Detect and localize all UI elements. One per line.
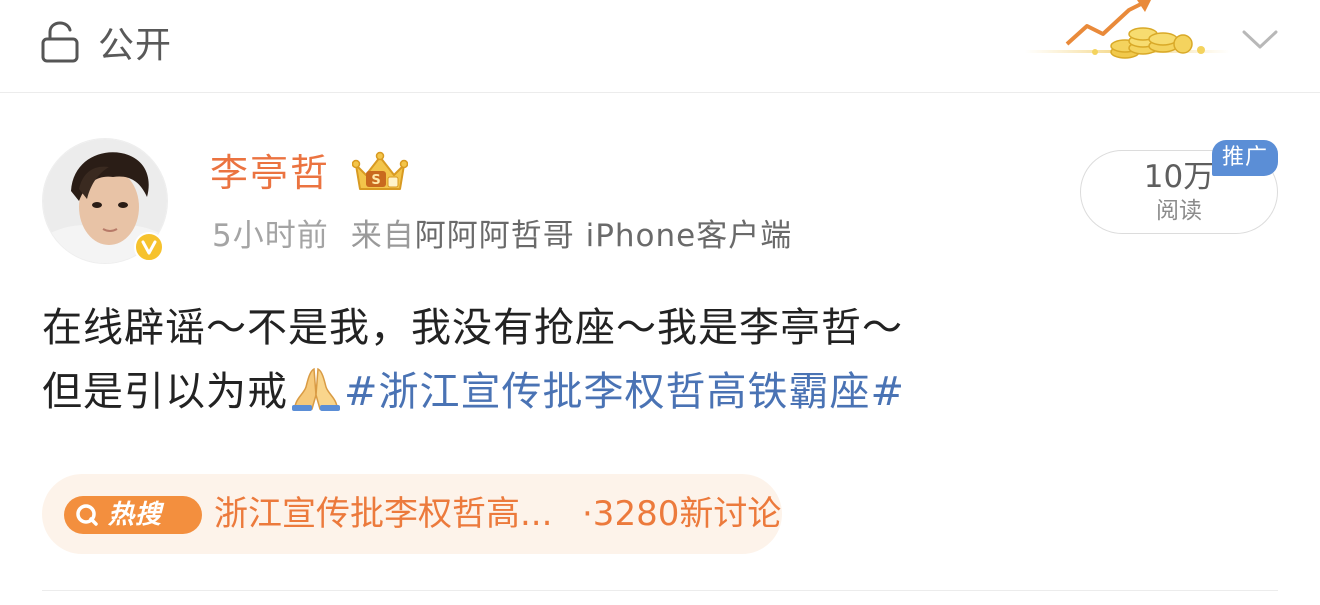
post-text: 但是引以为戒: [42, 369, 288, 415]
folded-hands-emoji: [292, 367, 340, 411]
post-text-line-1: 在线辟谣～不是我，我没有抢座～我是李亭哲～: [42, 305, 903, 351]
post-meta: 5小时前 来自阿阿阿哲哥 iPhone客户端: [212, 214, 792, 258]
post-text-line-2: 但是引以为戒 #浙江宣传批李权哲高铁霸座#: [42, 360, 1222, 424]
visibility-label: 公开: [98, 25, 173, 66]
author-avatar[interactable]: [42, 138, 170, 266]
post-content: 在线辟谣～不是我，我没有抢座～我是李亭哲～ 但是引以为戒 #浙江宣传批李权哲高铁…: [42, 296, 1222, 424]
promo-badge: 推广: [1212, 140, 1278, 176]
hot-discussion-count: ·3280新讨论: [582, 494, 782, 534]
svg-text:S: S: [371, 173, 380, 188]
post-source[interactable]: 阿阿阿哲哥 iPhone客户端: [415, 218, 793, 254]
hashtag-link[interactable]: #浙江宣传批李权哲高铁霸座#: [344, 369, 905, 415]
hot-search-badge: 热搜: [64, 496, 202, 534]
visibility-selector[interactable]: 公开: [40, 18, 172, 66]
divider: [0, 92, 1320, 93]
read-label: 阅读: [1156, 198, 1202, 224]
crown-icon[interactable]: S: [352, 151, 408, 195]
search-icon: [76, 504, 98, 526]
post-time: 5小时前: [212, 218, 329, 254]
coins-growth-graphic: [1025, 0, 1230, 59]
hot-search-chip[interactable]: 热搜 浙江宣传批李权哲高... ·3280新讨论: [42, 474, 782, 554]
lock-open-icon: [41, 21, 79, 63]
weibo-post-page: 公开 李亭哲 S 5小时前 来自阿阿阿哲哥 iPhone客户端 10万 阅读 推…: [0, 0, 1320, 605]
source-prefix: 来自: [350, 218, 415, 254]
hot-topic[interactable]: 浙江宣传批李权哲高...: [214, 490, 552, 538]
verified-v-icon: [134, 232, 164, 262]
divider: [42, 590, 1278, 591]
chevron-down-icon[interactable]: [1240, 24, 1280, 54]
hot-badge-label: 热搜: [108, 500, 163, 530]
author-name[interactable]: 李亭哲: [210, 148, 330, 198]
top-bar: 公开: [0, 0, 1320, 92]
